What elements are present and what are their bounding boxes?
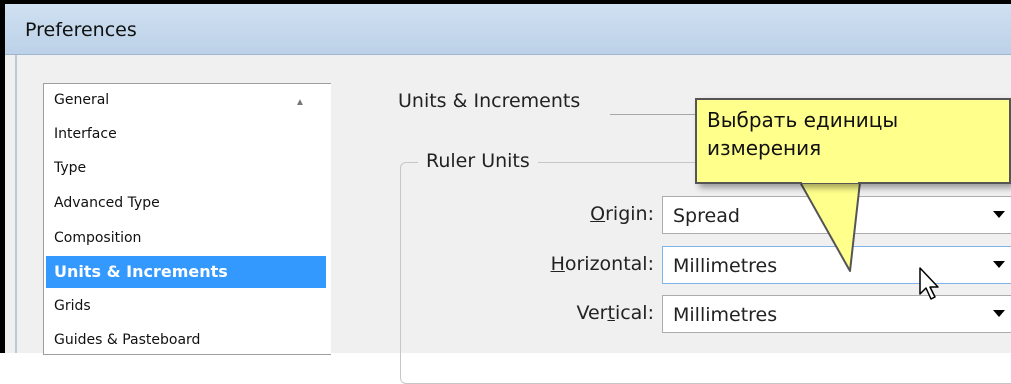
origin-select[interactable]: Spread bbox=[662, 196, 1011, 234]
category-item-general[interactable]: General bbox=[46, 84, 326, 116]
chevron-down-icon[interactable] bbox=[993, 261, 1005, 268]
category-item-composition[interactable]: Composition bbox=[46, 222, 326, 254]
panel-title: Units & Increments bbox=[398, 90, 581, 112]
vertical-select[interactable]: Millimetres bbox=[662, 295, 1011, 333]
callout-text: Выбрать единицы измерения bbox=[707, 108, 899, 160]
category-item-type[interactable]: Type bbox=[46, 152, 326, 184]
category-label: Composition bbox=[54, 230, 142, 246]
horizontal-value: Millimetres bbox=[673, 255, 778, 277]
scroll-up-icon[interactable]: ▲ bbox=[295, 97, 305, 108]
window-inner-border bbox=[15, 55, 17, 353]
category-item-advanced-type[interactable]: Advanced Type bbox=[46, 187, 326, 219]
category-label: Guides & Pasteboard bbox=[54, 332, 201, 348]
category-label: Type bbox=[54, 160, 87, 176]
horizontal-label: Horizontal: bbox=[550, 253, 654, 275]
vertical-label: Vertical: bbox=[576, 302, 654, 324]
ruler-units-legend: Ruler Units bbox=[418, 150, 538, 172]
category-label: Grids bbox=[54, 298, 91, 314]
category-item-units-increments[interactable]: Units & Increments bbox=[46, 256, 326, 288]
panel-title-divider bbox=[610, 114, 700, 115]
category-label: Interface bbox=[54, 126, 117, 142]
horizontal-select[interactable]: Millimetres bbox=[662, 246, 1011, 284]
title-bar[interactable]: Preferences bbox=[5, 4, 1011, 55]
category-list[interactable]: General Interface Type Advanced Type Com… bbox=[43, 83, 331, 355]
origin-value: Spread bbox=[673, 205, 740, 227]
mouse-cursor-icon bbox=[919, 267, 939, 300]
category-item-grids[interactable]: Grids bbox=[46, 290, 326, 322]
vertical-value: Millimetres bbox=[673, 304, 778, 326]
callout-tooltip: Выбрать единицы измерения bbox=[695, 98, 1011, 184]
window-title: Preferences bbox=[25, 19, 137, 41]
category-item-interface[interactable]: Interface bbox=[46, 118, 326, 150]
chevron-down-icon[interactable] bbox=[993, 211, 1005, 218]
category-item-guides-pasteboard[interactable]: Guides & Pasteboard bbox=[46, 324, 326, 356]
chevron-down-icon[interactable] bbox=[993, 310, 1005, 317]
category-label: Advanced Type bbox=[54, 195, 160, 211]
category-label: General bbox=[54, 92, 110, 108]
origin-label: Origin: bbox=[590, 203, 654, 225]
category-label: Units & Increments bbox=[54, 262, 228, 281]
